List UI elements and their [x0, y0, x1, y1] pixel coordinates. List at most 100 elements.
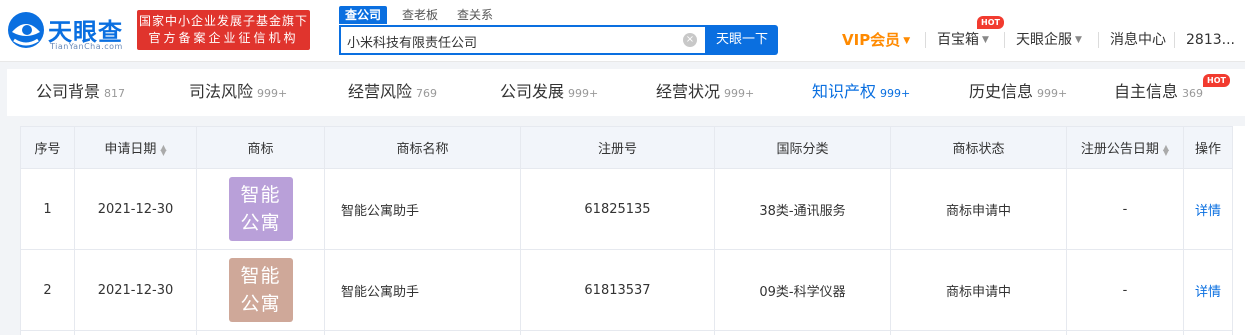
tab-count: 817 — [104, 87, 126, 100]
tab-label: 知识产权 — [812, 82, 877, 101]
col-header-pub-date[interactable]: 注册公告日期 ▲ ▼ — [1066, 126, 1184, 169]
cell-empty — [1183, 330, 1233, 335]
col-header-reg-no: 注册号 — [520, 126, 715, 169]
cell-action: 详情 — [1183, 249, 1233, 331]
tab-label: 历史信息 — [969, 82, 1034, 101]
tab-intellectual-property[interactable]: 知识产权 999+ — [812, 69, 910, 116]
cell-empty — [890, 330, 1067, 335]
tab-self-info[interactable]: 自主信息 369 — [1114, 69, 1203, 116]
official-badge: 国家中小企业发展子基金旗下 官方备案企业征信机构 — [137, 10, 310, 50]
table-row: 1 2021-12-30 智能 公寓 智能公寓助手 61825135 38类-通讯… — [20, 168, 1233, 250]
hot-badge: HOT — [1203, 74, 1230, 87]
tab-label: 经营风险 — [348, 82, 413, 101]
details-link[interactable]: 详情 — [1195, 204, 1221, 219]
cell-trademark-name: 智能公寓助手 — [324, 249, 521, 331]
cell-pub-date: - — [1066, 168, 1184, 250]
table-row: 2 2021-12-30 智能公寓 智能公寓助手 61813537 09类-科学… — [20, 249, 1233, 331]
divider — [1174, 32, 1175, 48]
tab-count: 999+ — [880, 87, 911, 100]
vip-label: VIP会员 — [842, 31, 901, 49]
tab-label: 公司发展 — [500, 82, 565, 101]
message-center-link[interactable]: 消息中心 — [1110, 30, 1166, 50]
tab-count: 999+ — [568, 87, 599, 100]
tab-label: 公司背景 — [36, 82, 101, 101]
tab-business-risk[interactable]: 经营风险 769 — [348, 69, 437, 116]
hot-badge: HOT — [977, 16, 1004, 29]
vip-menu[interactable]: VIP会员 ▼ — [842, 30, 910, 51]
cell-pub-date: - — [1066, 249, 1184, 331]
details-link[interactable]: 详情 — [1195, 285, 1221, 300]
trademark-text-line: 公寓 — [240, 212, 281, 234]
search-tab-boss[interactable]: 查老板 — [402, 6, 438, 24]
tab-label: 自主信息 — [1114, 82, 1179, 101]
cell-apply-date: 2021-12-30 — [74, 168, 197, 250]
cell-reg-no: 61813537 — [520, 249, 715, 331]
sort-icon[interactable]: ▲ ▼ — [1163, 143, 1169, 156]
trademark-table: 序号 申请日期 ▲ ▼ 商标 商标名称 注册号 国际分类 商标状态 注册公告日期 ▲ ▼… — [20, 126, 1233, 335]
table-header-row: 序号 申请日期 ▲ ▼ 商标 商标名称 注册号 国际分类 商标状态 注册公告日期 ▲ ▼… — [20, 126, 1233, 169]
col-header-status: 商标状态 — [890, 126, 1067, 169]
cell-empty — [20, 330, 75, 335]
divider — [1004, 32, 1005, 48]
clear-icon[interactable]: × — [683, 33, 697, 47]
cell-empty — [1066, 330, 1184, 335]
tab-operating-status[interactable]: 经营状况 999+ — [656, 69, 754, 116]
col-header-index: 序号 — [20, 126, 75, 169]
search-input[interactable] — [347, 30, 677, 52]
cell-index: 1 — [20, 168, 75, 250]
tab-legal-risk[interactable]: 司法风险 999+ — [189, 69, 287, 116]
trademark-image[interactable]: 智能 公寓 — [228, 177, 293, 241]
chevron-down-icon: ▼ — [1075, 35, 1082, 45]
toolbox-label: 百宝箱 — [937, 32, 979, 48]
cell-status: 商标申请中 — [890, 168, 1067, 250]
chevron-down-icon: ▼ — [982, 35, 989, 45]
tab-company-background[interactable]: 公司背景 817 — [36, 69, 125, 116]
section-tab-bar: 公司背景 817 司法风险 999+ 经营风险 769 公司发展 999+ 经营状况 99… — [7, 69, 1245, 116]
chevron-down-icon: ▼ — [903, 35, 911, 46]
cell-trademark: 智能 公寓 — [196, 249, 325, 331]
cell-empty — [74, 330, 197, 335]
col-header-apply-date[interactable]: 申请日期 ▲ ▼ — [74, 126, 197, 169]
enterprise-service-label: 天眼企服 — [1016, 32, 1072, 48]
col-header-intl-class: 国际分类 — [714, 126, 891, 169]
user-account-menu[interactable]: 2813... — [1186, 30, 1235, 50]
cell-action: 详情 — [1183, 168, 1233, 250]
logo-subtitle: TianYanCha.com — [50, 42, 123, 51]
cell-intl-class: 38类-通讯服务 — [714, 168, 891, 250]
trademark-image[interactable]: 智能 公寓 — [228, 258, 293, 322]
tab-label: 司法风险 — [189, 82, 254, 101]
top-header: 天眼查 TianYanCha.com 国家中小企业发展子基金旗下 官方备案企业征… — [0, 0, 1245, 62]
col-header-label: 注册公告日期 — [1080, 142, 1159, 157]
col-header-label: 申请日期 — [104, 142, 157, 157]
search-button[interactable]: 天眼一下 — [706, 25, 778, 55]
enterprise-service-menu[interactable]: 天眼企服 ▼ — [1016, 30, 1082, 50]
cell-empty — [196, 330, 325, 335]
col-header-trademark-name: 商标名称 — [324, 126, 521, 169]
cell-intl-class: 09类-科学仪器 — [714, 249, 891, 331]
site-logo[interactable]: 天眼查 TianYanCha.com — [6, 6, 131, 54]
badge-line-2: 官方备案企业征信机构 — [148, 31, 299, 45]
cell-empty — [520, 330, 715, 335]
cell-status: 商标申请中 — [890, 249, 1067, 331]
trademark-text-line: 公寓 — [240, 293, 281, 315]
cell-empty — [714, 330, 891, 335]
col-header-action: 操作 — [1183, 126, 1233, 169]
search-box: × — [339, 25, 707, 55]
search-tab-relation[interactable]: 查关系 — [457, 6, 493, 24]
tab-history-info[interactable]: 历史信息 999+ — [969, 69, 1067, 116]
cell-index: 2 — [20, 249, 75, 331]
logo-eye-icon — [8, 12, 44, 48]
search-tab-company[interactable]: 查公司 — [339, 6, 388, 24]
tab-count: 999+ — [257, 87, 288, 100]
table-row — [20, 330, 1233, 335]
cell-empty — [324, 330, 521, 335]
sort-icon[interactable]: ▲ ▼ — [160, 143, 166, 156]
tab-count: 999+ — [724, 87, 755, 100]
trademark-text-line: 智能 — [240, 265, 281, 287]
divider — [1098, 32, 1099, 48]
cell-trademark-name: 智能公寓助手 — [324, 168, 521, 250]
toolbox-menu[interactable]: 百宝箱 ▼ — [937, 30, 989, 50]
tab-count: 999+ — [1037, 87, 1068, 100]
cell-apply-date: 2021-12-30 — [74, 249, 197, 331]
tab-company-development[interactable]: 公司发展 999+ — [500, 69, 598, 116]
